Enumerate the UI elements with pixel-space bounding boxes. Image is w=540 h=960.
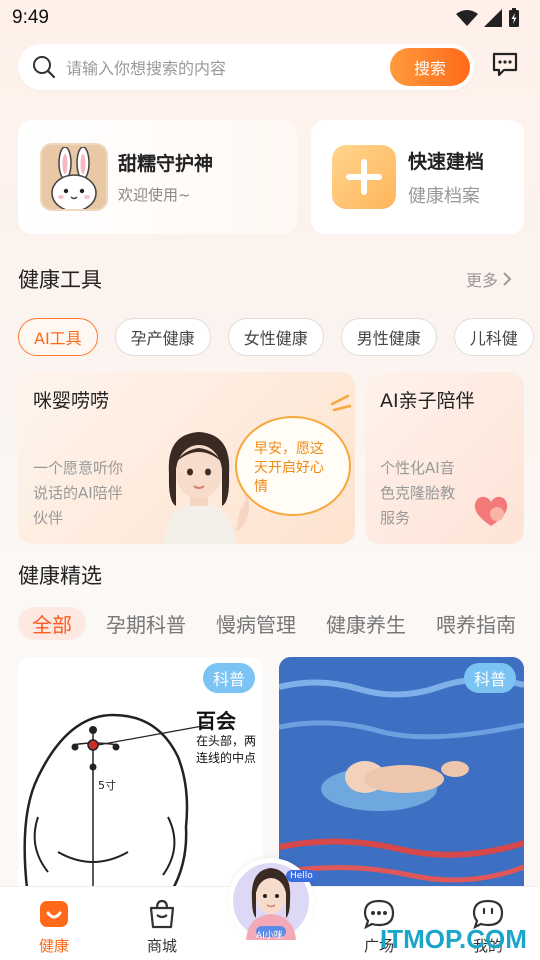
quick-profile-card[interactable]: 快速建档 健康档案 — [311, 120, 524, 234]
desc-line: 一个愿意听你 — [33, 459, 124, 477]
hello-badge: Hello — [286, 870, 317, 882]
quick-card-title: 快速建档 — [408, 150, 485, 173]
tab-feeding-guide[interactable]: 喂养指南 — [436, 609, 516, 638]
user-card-subtitle: 欢迎使用~ — [118, 186, 191, 204]
desc-line: 伙伴 — [33, 509, 64, 527]
chevron-right-icon — [503, 272, 512, 286]
tool-chips: AI工具 孕产健康 女性健康 男性健康 儿科健 — [18, 318, 540, 356]
desc-line: 说话的AI陪伴 — [33, 484, 123, 502]
tab-all[interactable]: 全部 — [18, 606, 86, 640]
desc-line: 服务 — [380, 509, 411, 527]
ai-card-title: 咪婴唠唠 — [33, 390, 110, 412]
shopping-bag-icon — [149, 899, 175, 929]
quick-card-subtitle: 健康档案 — [408, 185, 480, 207]
chip-pregnancy-health[interactable]: 孕产健康 — [114, 318, 211, 356]
tabbar-mall[interactable]: 商城 — [122, 899, 202, 956]
search-icon — [33, 56, 56, 79]
status-time: 9:49 — [12, 7, 49, 28]
ai-card-parent-child[interactable]: AI亲子陪伴 个性化AI音 色克隆胎教 服务 — [365, 372, 524, 544]
search-input[interactable]: 请输入你想搜索的内容 — [66, 55, 390, 79]
tab-wellness[interactable]: 健康养生 — [326, 609, 406, 638]
ai-assistant-button[interactable]: Hello AI小咪 — [228, 858, 317, 944]
ai-card-title: AI亲子陪伴 — [380, 390, 475, 412]
top-cards: 甜糯守护神 欢迎使用~ 快速建档 健康档案 — [18, 120, 524, 234]
message-icon[interactable] — [490, 50, 520, 80]
user-card-title: 甜糯守护神 — [118, 153, 214, 175]
tools-section-title: 健康工具 — [18, 268, 102, 292]
health-tab-icon — [40, 901, 68, 927]
rabbit-avatar-icon — [51, 147, 97, 209]
chip-women-health[interactable]: 女性健康 — [227, 318, 324, 356]
search-row: 请输入你想搜索的内容 搜索 — [18, 44, 528, 90]
tab-chronic-disease[interactable]: 慢病管理 — [216, 609, 296, 638]
chip-ai-tools[interactable]: AI工具 — [18, 318, 98, 356]
sparkle-icon — [330, 394, 352, 412]
desc-line: 色克隆胎教 — [380, 484, 456, 502]
user-card[interactable]: 甜糯守护神 欢迎使用~ — [18, 120, 297, 234]
measure-label: 5寸 — [98, 779, 116, 792]
ai-card-chat-companion[interactable]: 咪婴唠唠 一个愿意听你 说话的AI陪伴 伙伴 早安，愿这天开启好心情 — [18, 372, 355, 544]
article-card[interactable]: 科普 — [279, 657, 524, 897]
wifi-icon — [456, 10, 478, 26]
chip-men-health[interactable]: 男性健康 — [340, 318, 437, 356]
ai-card-description: 一个愿意听你 说话的AI陪伴 伙伴 — [33, 456, 123, 531]
more-link[interactable]: 更多 — [466, 267, 512, 291]
tab-pregnancy-science[interactable]: 孕期科普 — [106, 609, 186, 638]
tabbar-label: 健康 — [38, 937, 69, 955]
avatar — [40, 143, 108, 211]
status-icons — [456, 8, 520, 28]
battery-icon — [509, 8, 519, 27]
tabbar-health[interactable]: 健康 — [14, 899, 94, 956]
ai-girl-illustration — [164, 432, 250, 544]
search-button[interactable]: 搜索 — [390, 48, 470, 86]
status-bar: 9:49 — [0, 0, 540, 36]
search-box[interactable]: 请输入你想搜索的内容 搜索 — [18, 44, 474, 90]
article-heading: 百会 — [196, 709, 236, 733]
ai-assistant-label: AI小咪 — [256, 931, 283, 941]
article-text-line: 在头部，两 — [196, 734, 257, 748]
article-text: 在头部，两 连线的中点 — [196, 733, 256, 767]
desc-line: 个性化AI音 — [380, 459, 455, 477]
featured-tabs: 全部 孕期科普 慢病管理 健康养生 喂养指南 — [18, 606, 540, 640]
chip-pediatrics[interactable]: 儿科健 — [453, 318, 534, 356]
heart-icon — [474, 496, 508, 526]
article-tag: 科普 — [464, 663, 516, 693]
article-text-line: 连线的中点 — [196, 751, 257, 765]
more-label: 更多 — [466, 271, 499, 290]
article-card[interactable]: 百会 在头部，两 连线的中点 5寸 科普 — [18, 657, 263, 897]
article-tag: 科普 — [203, 663, 255, 693]
ai-card-description: 个性化AI音 色克隆胎教 服务 — [380, 456, 455, 531]
watermark: ITMOP.COM — [380, 924, 527, 954]
greeting-bubble: 早安，愿这天开启好心情 — [235, 416, 351, 516]
featured-section-title: 健康精选 — [18, 564, 102, 588]
tabbar-label: 商城 — [146, 937, 177, 955]
baby-swimming-image — [279, 657, 524, 897]
signal-icon — [484, 9, 502, 27]
plus-icon — [332, 145, 396, 209]
